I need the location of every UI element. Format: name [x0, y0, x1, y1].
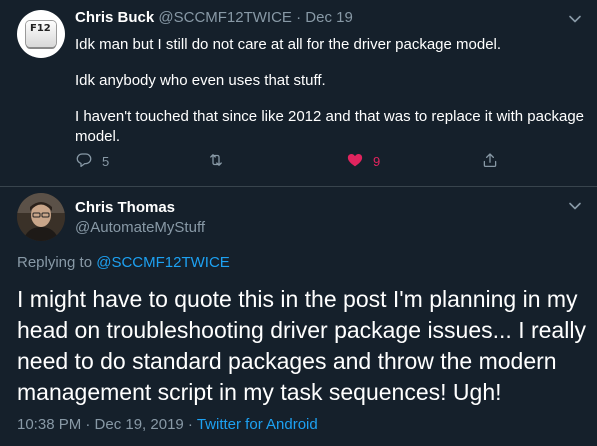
author-name[interactable]: Chris Thomas [75, 199, 175, 216]
replying-to-label: Replying to [17, 254, 93, 271]
chevron-down-icon[interactable] [568, 199, 582, 213]
like-button[interactable]: 9 [346, 151, 380, 172]
author-handle[interactable]: @SCCMF12TWICE [158, 9, 292, 26]
tweet-text: Idk man but I still do not care at all f… [75, 35, 587, 163]
tweet-paragraph: I haven't touched that since like 2012 a… [75, 108, 585, 145]
parent-tweet[interactable]: F12 Chris Buck @SCCMF12TWICE · Dec 19 Id… [0, 0, 597, 186]
avatar[interactable]: F12 [17, 10, 65, 58]
like-count: 9 [373, 154, 381, 169]
reply-icon [75, 151, 93, 172]
tweet-meta: 10:38 PM · Dec 19, 2019 · Twitter for An… [17, 416, 318, 433]
tweet-paragraph: Idk man but I still do not care at all f… [75, 36, 502, 53]
share-button[interactable] [481, 151, 499, 172]
tweet-source[interactable]: Twitter for Android [197, 416, 318, 433]
tweet-timestamp[interactable]: 10:38 PM · Dec 19, 2019 · [17, 416, 193, 433]
profile-photo [17, 193, 65, 241]
replying-to: Replying to @SCCMF12TWICE [17, 254, 230, 271]
share-icon [481, 151, 499, 172]
avatar[interactable] [17, 193, 65, 241]
chevron-down-icon[interactable] [568, 12, 582, 26]
replying-to-handle[interactable]: @SCCMF12TWICE [96, 254, 230, 271]
reply-count: 5 [102, 154, 110, 169]
tweet-date[interactable]: Dec 19 [305, 9, 353, 26]
tweet-header: Chris Buck @SCCMF12TWICE · Dec 19 [75, 9, 353, 26]
tweet-paragraph: Idk anybody who even uses that stuff. [75, 72, 326, 89]
author-handle[interactable]: @AutomateMyStuff [75, 219, 205, 236]
heart-icon [346, 151, 364, 172]
retweet-icon [207, 151, 225, 172]
tweet-text: I might have to quote this in the post I… [17, 286, 586, 405]
tweet-divider [0, 186, 597, 187]
tweet-actions: 5 9 [75, 151, 505, 171]
retweet-button[interactable] [207, 151, 234, 172]
reply-button[interactable]: 5 [75, 151, 109, 172]
f12-key-logo: F12 [26, 21, 56, 47]
author-name[interactable]: Chris Buck [75, 9, 154, 26]
separator-dot: · [296, 9, 302, 26]
